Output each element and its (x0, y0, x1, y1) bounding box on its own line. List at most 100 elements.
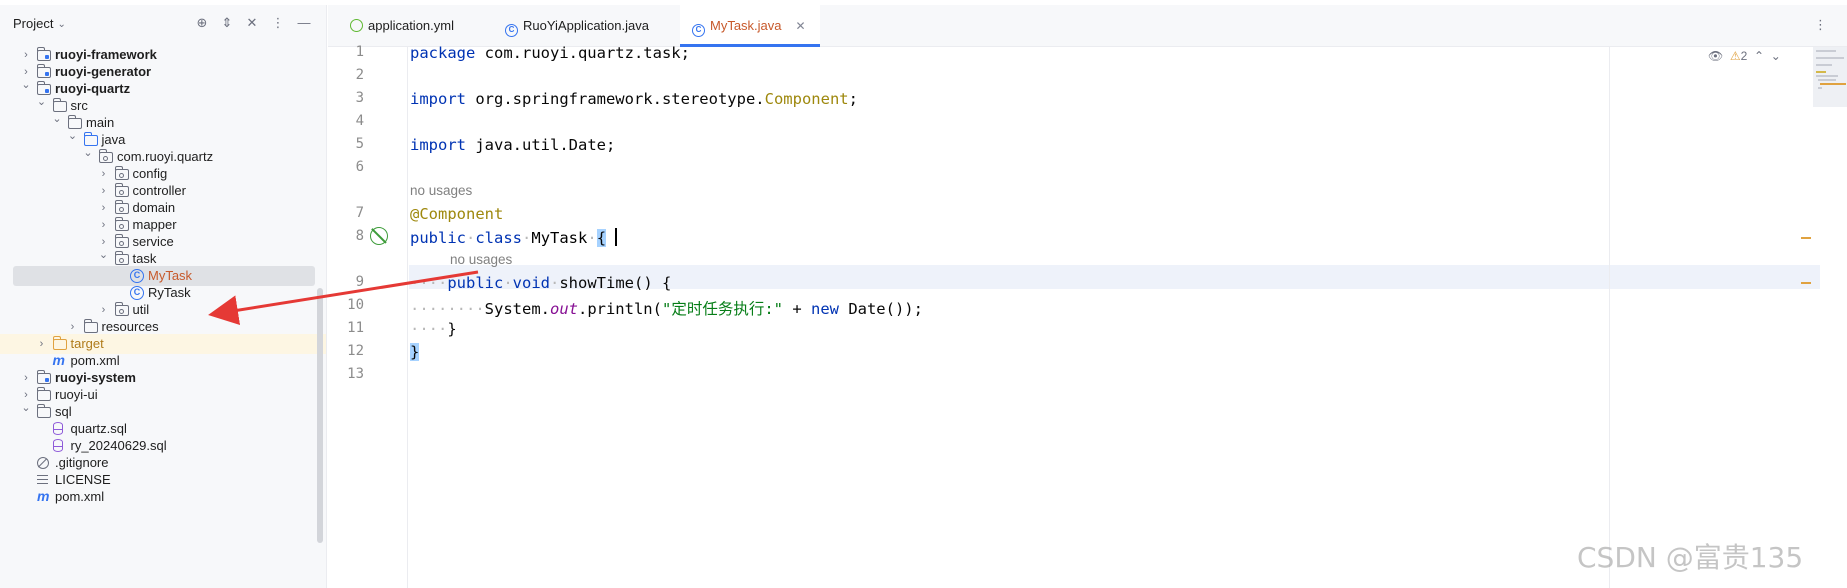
code-token: ; (848, 90, 858, 108)
code-line-7: @Component (410, 205, 503, 223)
line-number: 9 (355, 274, 364, 290)
package-icon (114, 234, 129, 248)
code-token: () { (634, 274, 672, 292)
line-number: 8 (355, 228, 364, 244)
code-token: new (810, 300, 839, 318)
excluded-folder-icon (52, 336, 67, 350)
code-token: MyTask (531, 229, 588, 247)
project-view-selector[interactable]: Project ⌄ (13, 16, 66, 31)
package-icon (114, 217, 129, 231)
code-token: import (410, 90, 466, 108)
hide-panel-icon[interactable]: — (296, 15, 312, 31)
locate-icon[interactable]: ⊕ (194, 15, 210, 31)
options-menu-icon[interactable]: ⋮ (270, 15, 286, 31)
tree-item[interactable]: m pom.xml (0, 487, 326, 507)
collapse-all-icon[interactable]: ✕ (244, 15, 260, 31)
right-margin-guide (1609, 47, 1610, 588)
code-editor[interactable]: 1 2 3 4 5 6 7 8 9 10 11 12 13 package co… (328, 44, 1847, 588)
project-header: Project ⌄ ⊕ ⇕ ✕ ⋮ — (0, 5, 326, 41)
spring-bean-gutter-icon[interactable] (370, 227, 388, 245)
chevron-up-icon[interactable]: ⌃ (1754, 49, 1764, 63)
tree-scrollbar[interactable] (317, 288, 323, 543)
module-folder-icon (37, 47, 51, 61)
inspection-widget[interactable]: 👁 ⚠2 ⌃ ⌄ (1708, 44, 1781, 68)
code-line-11: ····} (410, 320, 457, 338)
package-icon (114, 251, 129, 265)
warning-marker[interactable] (1801, 237, 1811, 239)
code-line-8: public·class·MyTask·{ (410, 228, 618, 247)
close-icon[interactable]: ✕ (796, 19, 806, 33)
chevron-down-icon[interactable]: ⌄ (20, 75, 32, 95)
package-icon (114, 200, 129, 214)
warning-count: 2 (1740, 49, 1748, 63)
chevron-down-icon[interactable]: ⌄ (36, 92, 48, 112)
text-file-icon (37, 475, 48, 484)
chevron-down-icon[interactable]: ⌄ (51, 109, 63, 129)
class-icon: C (130, 269, 144, 283)
line-number: 6 (355, 159, 364, 175)
tab-ruoyiapplication-java[interactable]: C RuoYiApplication.java (493, 5, 683, 47)
line-number: 1 (355, 44, 364, 60)
project-title-label: Project (13, 16, 54, 31)
line-number: 11 (347, 320, 364, 336)
code-line-5: import java.util.Date; (410, 136, 615, 154)
line-number: 2 (355, 67, 364, 83)
line-number-gutter: 1 2 3 4 5 6 7 8 9 10 11 12 13 (328, 44, 408, 588)
code-token: java.util.Date; (466, 136, 616, 154)
module-folder-icon (37, 64, 51, 78)
line-number: 3 (355, 90, 364, 106)
code-token: void (512, 274, 550, 292)
line-number: 4 (355, 113, 364, 129)
code-token: .println( (577, 300, 662, 318)
text-caret (615, 228, 618, 246)
folder-icon (37, 387, 51, 401)
code-token: Date()); (838, 300, 923, 318)
chevron-down-icon[interactable]: ⌄ (1771, 49, 1781, 63)
chevron-down-icon[interactable]: ⌄ (20, 398, 32, 418)
code-line-10: ········System.out.println("定时任务执行:" + n… (410, 300, 923, 318)
code-token: { (596, 229, 607, 247)
code-line-1: package com.ruoyi.quartz.task; (410, 44, 690, 62)
code-token: } (447, 320, 457, 338)
tree-item-label: pom.xml (55, 489, 105, 504)
line-number: 7 (355, 205, 364, 221)
chevron-down-icon[interactable]: ⌄ (82, 143, 94, 163)
class-icon: C (692, 24, 705, 37)
usages-hint[interactable]: no usages (450, 252, 512, 267)
maven-icon: m (52, 352, 65, 368)
editor-tab-bar: application.yml C RuoYiApplication.java C… (328, 5, 1847, 47)
line-number: 13 (347, 366, 364, 382)
folder-icon (37, 404, 51, 418)
code-token: package (410, 44, 476, 62)
code-token: public (447, 274, 504, 292)
line-number: 12 (347, 343, 364, 359)
chevron-down-icon: ⌄ (57, 19, 66, 30)
module-folder-icon (37, 370, 51, 384)
code-line-12: } (410, 343, 420, 361)
spring-boot-class-icon: C (505, 24, 518, 37)
more-tabs-icon[interactable]: ⋮ (1814, 17, 1827, 33)
code-token: com.ruoyi.quartz.task; (475, 44, 690, 62)
warning-icon: ⚠ (1729, 49, 1741, 63)
expand-all-icon[interactable]: ⇕ (219, 15, 235, 31)
tab-mytask-java[interactable]: C MyTask.java ✕ (680, 5, 820, 47)
code-token: public (410, 229, 466, 247)
warning-marker[interactable] (1801, 282, 1811, 284)
watermark: CSDN @富贵135 (1577, 541, 1804, 574)
code-token: "定时任务执行:" (661, 300, 783, 318)
code-token: @Component (410, 205, 504, 223)
code-token: + (782, 300, 811, 318)
code-token: import (410, 136, 466, 154)
code-token: } (410, 343, 420, 361)
code-minimap[interactable] (1813, 47, 1847, 107)
chevron-down-icon[interactable]: ⌄ (98, 245, 110, 265)
code-token: Component (764, 90, 849, 108)
code-line-3: import org.springframework.stereotype.Co… (410, 90, 858, 108)
package-icon (114, 183, 129, 197)
package-icon (114, 302, 129, 316)
usages-hint[interactable]: no usages (410, 183, 472, 198)
eye-crossed-icon[interactable]: 👁 (1708, 49, 1723, 63)
chevron-down-icon[interactable]: ⌄ (67, 126, 79, 146)
tab-application-yml[interactable]: application.yml (338, 5, 488, 47)
sql-file-icon (52, 422, 63, 435)
